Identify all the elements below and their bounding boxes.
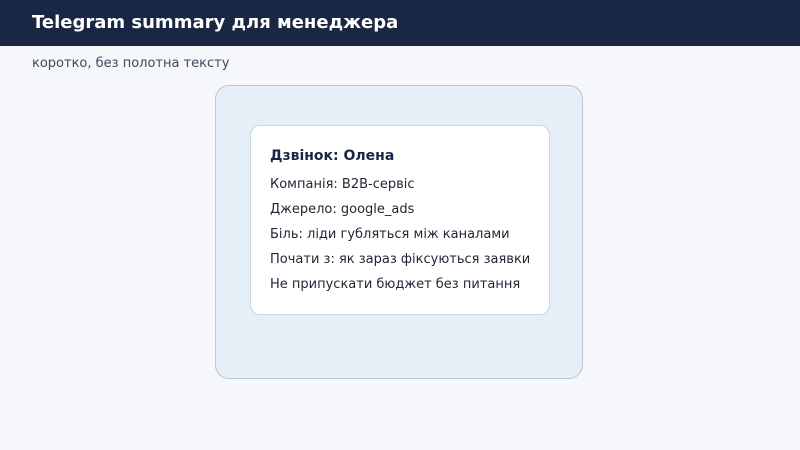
card-line-start-with: Почати з: як зараз фіксуються заявки [270,252,531,267]
summary-card: Дзвінок: Олена Компанія: B2B-сервіс Джер… [250,125,550,315]
top-header-bar: Telegram summary для менеджера [0,0,800,46]
card-title: Дзвінок: Олена [270,148,395,164]
card-line-pain: Біль: ліди губляться між каналами [270,227,510,242]
card-line-source: Джерело: google_ads [270,202,415,217]
card-line-company: Компанія: B2B-сервіс [270,177,415,192]
card-line-budget-note: Не припускати бюджет без питання [270,277,521,292]
page-subtitle: коротко, без полотна тексту [32,56,230,71]
page-title: Telegram summary для менеджера [32,12,399,33]
